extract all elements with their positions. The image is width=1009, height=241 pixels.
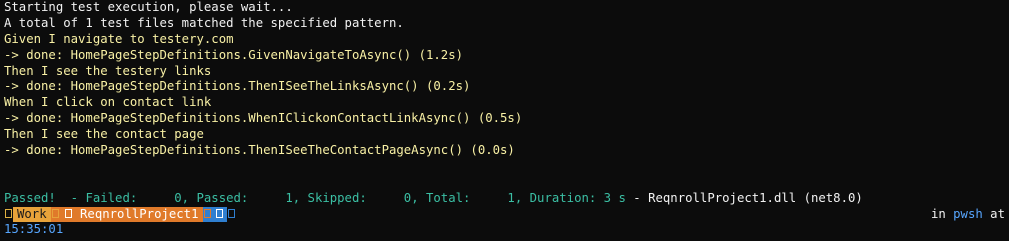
step-line: Then I see the contact page xyxy=(4,127,204,142)
test-summary-line: Passed! - Failed: 0, Passed: 1, Skipped:… xyxy=(0,191,1009,207)
summary-assembly: - ReqnrollProject1.dll (net8.0) xyxy=(625,190,863,205)
output-line: A total of 1 test files matched the spec… xyxy=(4,15,404,30)
folder-icon xyxy=(64,208,72,218)
step-result-line: -> done: HomePageStepDefinitions.GivenNa… xyxy=(4,47,464,62)
prompt-segment-git xyxy=(211,206,227,222)
output-line: Starting test execution, please wait... xyxy=(4,0,293,14)
prompt-time: 15:35:01 xyxy=(4,222,64,237)
step-line: Then I see the testery links xyxy=(4,63,212,78)
segment-separator-icon xyxy=(50,206,60,222)
right-prompt: in pwsh at xyxy=(931,207,1005,223)
shell-name: pwsh xyxy=(953,206,983,221)
os-icon xyxy=(4,206,13,222)
segment-separator-icon xyxy=(202,206,212,222)
right-prompt-at: at xyxy=(982,206,1005,221)
right-prompt-in: in xyxy=(930,206,954,221)
step-result-line: -> done: HomePageStepDefinitions.ThenISe… xyxy=(4,79,471,94)
prompt-segment-project: ReqnrollProject1 xyxy=(59,206,203,222)
git-branch-icon xyxy=(215,208,223,218)
terminal-window[interactable]: Starting test execution, please wait... … xyxy=(0,0,1009,241)
step-line: Given I navigate to testery.com xyxy=(4,31,234,46)
step-result-line: -> done: HomePageStepDefinitions.ThenISe… xyxy=(4,143,515,158)
project-label: ReqnrollProject1 xyxy=(80,206,199,221)
prompt-segment-work: Work xyxy=(13,206,51,222)
step-result-line: -> done: HomePageStepDefinitions.WhenICl… xyxy=(4,111,523,126)
segment-separator-icon xyxy=(226,206,236,222)
summary-counts: - Failed: 0, Passed: 1, Skipped: 0, Tota… xyxy=(55,190,626,205)
prompt-line: Work ReqnrollProject1 in pwsh at xyxy=(0,206,1009,223)
step-line: When I click on contact link xyxy=(4,95,212,110)
summary-status: Passed! xyxy=(4,190,56,205)
